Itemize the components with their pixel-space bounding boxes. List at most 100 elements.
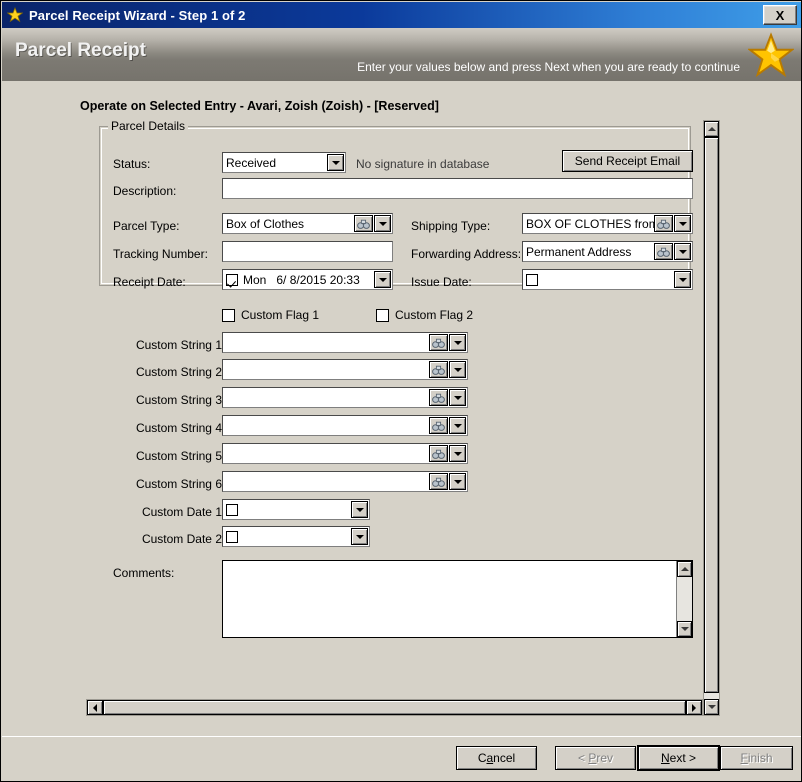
chevron-down-icon[interactable] <box>327 154 344 171</box>
binoculars-icon[interactable] <box>429 334 448 351</box>
custom-date-2-picker[interactable] <box>222 526 370 547</box>
custom-string-3-combo[interactable] <box>222 387 468 408</box>
form-scroll-panel: Parcel Details Status: Received No signa… <box>86 120 720 716</box>
close-button[interactable]: X <box>763 5 797 25</box>
issue-date-checkbox[interactable] <box>526 273 538 286</box>
star-icon <box>748 32 794 78</box>
checkbox-box <box>222 308 235 322</box>
description-label: Description: <box>113 184 177 198</box>
issue-date-picker[interactable] <box>522 269 693 290</box>
tracking-number-input[interactable] <box>222 241 393 262</box>
binoculars-icon[interactable] <box>429 473 448 490</box>
scroll-up-button[interactable] <box>677 561 692 577</box>
chevron-down-icon[interactable] <box>674 271 691 288</box>
binoculars-icon[interactable] <box>654 215 673 232</box>
custom-date-1-checkbox[interactable] <box>226 503 238 516</box>
cancel-label: Cancel <box>477 751 516 765</box>
custom-string-5-label: Custom String 5 <box>135 449 222 463</box>
custom-flag-1-checkbox[interactable]: Custom Flag 1 <box>222 308 319 322</box>
form-scroll-view: Parcel Details Status: Received No signa… <box>86 120 703 699</box>
signature-note: No signature in database <box>356 157 490 171</box>
parcel-type-label: Parcel Type: <box>113 219 180 233</box>
parcel-type-combo[interactable]: Box of Clothes <box>222 213 393 234</box>
comments-value[interactable] <box>223 561 676 637</box>
binoculars-icon[interactable] <box>354 215 373 232</box>
chevron-down-icon[interactable] <box>374 271 391 288</box>
parcel-type-value: Box of Clothes <box>226 216 305 231</box>
parcel-receipt-wizard-window: Parcel Receipt Wizard - Step 1 of 2 X Pa… <box>0 0 802 782</box>
chevron-down-icon[interactable] <box>449 445 466 462</box>
custom-date-2-checkbox[interactable] <box>226 530 238 543</box>
form-vertical-scrollbar[interactable] <box>703 120 720 716</box>
custom-string-6-combo[interactable] <box>222 471 468 492</box>
finish-button[interactable]: Finish <box>720 746 793 770</box>
binoculars-icon[interactable] <box>429 361 448 378</box>
custom-string-5-combo[interactable] <box>222 443 468 464</box>
chevron-down-icon[interactable] <box>374 215 391 232</box>
entry-heading: Operate on Selected Entry - Avari, Zoish… <box>80 99 439 113</box>
custom-string-1-combo[interactable] <box>222 332 468 353</box>
custom-flag-1-label: Custom Flag 1 <box>241 308 320 322</box>
wizard-footer: Cancel < Prev Next > Finish <box>2 736 801 780</box>
custom-string-1-label: Custom String 1 <box>135 338 222 352</box>
binoculars-icon[interactable] <box>429 389 448 406</box>
custom-string-2-combo[interactable] <box>222 359 468 380</box>
comments-scrollbar[interactable] <box>676 561 692 637</box>
binoculars-icon[interactable] <box>429 417 448 434</box>
shipping-type-label: Shipping Type: <box>411 219 491 233</box>
scroll-track[interactable] <box>677 577 692 621</box>
banner-subtitle: Enter your values below and press Next w… <box>357 60 740 74</box>
custom-date-1-picker[interactable] <box>222 499 370 520</box>
status-label: Status: <box>113 157 151 171</box>
star-icon <box>7 7 23 23</box>
title-bar: Parcel Receipt Wizard - Step 1 of 2 X <box>2 2 801 28</box>
banner-title: Parcel Receipt <box>15 40 146 61</box>
form-horizontal-scrollbar[interactable] <box>86 699 703 716</box>
status-combo[interactable]: Received <box>222 152 346 173</box>
description-input[interactable] <box>222 178 693 199</box>
scroll-down-button[interactable] <box>704 699 719 715</box>
next-button[interactable]: Next > <box>638 746 719 770</box>
chevron-down-icon[interactable] <box>351 528 368 545</box>
custom-string-3-label: Custom String 3 <box>135 393 222 407</box>
checkbox-box <box>376 308 389 322</box>
chevron-down-icon[interactable] <box>449 473 466 490</box>
custom-string-2-label: Custom String 2 <box>135 365 222 379</box>
wizard-content: Operate on Selected Entry - Avari, Zoish… <box>2 81 801 738</box>
receipt-date-label: Receipt Date: <box>113 275 186 289</box>
forwarding-address-value: Permanent Address <box>526 244 632 259</box>
custom-string-6-label: Custom String 6 <box>135 477 222 491</box>
scroll-down-button[interactable] <box>677 621 692 637</box>
scroll-thumb[interactable] <box>103 700 686 715</box>
prev-button[interactable]: < Prev <box>555 746 636 770</box>
scroll-up-button[interactable] <box>704 121 719 137</box>
wizard-banner: Parcel Receipt Enter your values below a… <box>2 28 801 81</box>
scroll-right-button[interactable] <box>686 700 702 715</box>
finish-label: Finish <box>740 751 773 765</box>
chevron-down-icon[interactable] <box>449 417 466 434</box>
chevron-down-icon[interactable] <box>674 215 691 232</box>
chevron-down-icon[interactable] <box>351 501 368 518</box>
chevron-down-icon[interactable] <box>449 361 466 378</box>
status-value: Received <box>226 155 277 170</box>
receipt-date-picker[interactable]: Mon 6/ 8/2015 20:33 <box>222 269 393 290</box>
custom-string-4-label: Custom String 4 <box>135 421 222 435</box>
chevron-down-icon[interactable] <box>449 334 466 351</box>
receipt-date-checkbox[interactable] <box>226 273 238 286</box>
scroll-left-button[interactable] <box>87 700 103 715</box>
chevron-down-icon[interactable] <box>449 389 466 406</box>
shipping-type-combo[interactable]: BOX OF CLOTHES from f <box>522 213 693 234</box>
prev-label: < Prev <box>577 751 614 765</box>
send-receipt-email-button[interactable]: Send Receipt Email <box>562 150 693 172</box>
binoculars-icon[interactable] <box>654 243 673 260</box>
scroll-thumb[interactable] <box>704 137 719 693</box>
custom-string-4-combo[interactable] <box>222 415 468 436</box>
next-label: Next > <box>660 751 697 765</box>
chevron-down-icon[interactable] <box>674 243 691 260</box>
custom-flag-2-checkbox[interactable]: Custom Flag 2 <box>376 308 473 322</box>
window-title: Parcel Receipt Wizard - Step 1 of 2 <box>29 7 246 23</box>
cancel-button[interactable]: Cancel <box>456 746 537 770</box>
comments-textarea[interactable] <box>222 560 693 638</box>
forwarding-address-combo[interactable]: Permanent Address <box>522 241 693 262</box>
binoculars-icon[interactable] <box>429 445 448 462</box>
